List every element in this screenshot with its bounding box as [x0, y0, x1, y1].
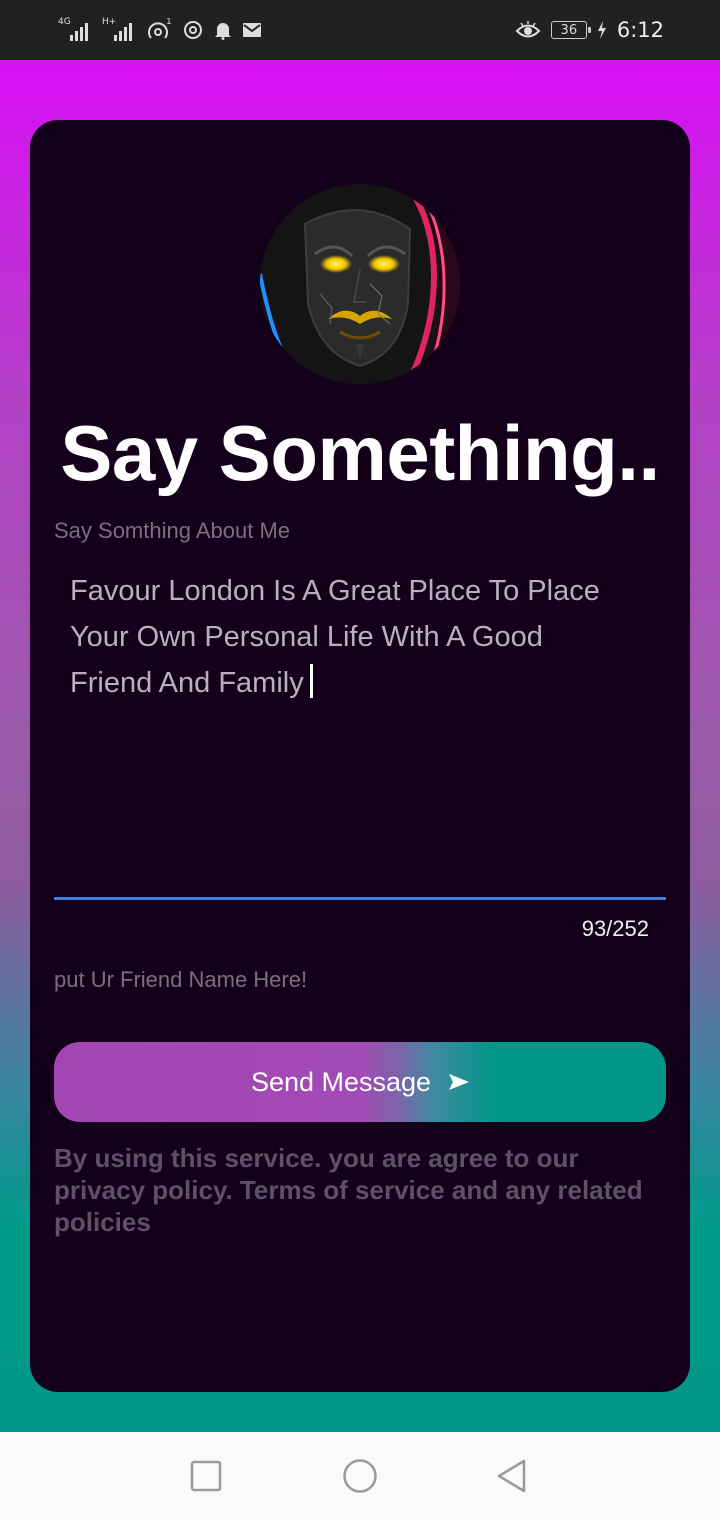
text-cursor	[309, 664, 313, 698]
network-type-label-2: H+	[102, 17, 117, 27]
back-button[interactable]	[490, 1454, 534, 1498]
recent-apps-square-icon	[190, 1460, 222, 1492]
avatar	[260, 184, 460, 384]
send-arrow-icon	[449, 1074, 470, 1090]
signal-4g-icon: 4G	[58, 17, 92, 41]
bell-icon	[215, 23, 231, 40]
anonymous-mask-avatar-icon	[260, 184, 460, 384]
message-field-underline	[54, 897, 666, 900]
message-field-label: Say Somthing About Me	[54, 518, 291, 543]
send-button-label: Send Message	[250, 1066, 432, 1097]
terms-text: By using this service. you are agree to …	[54, 1143, 643, 1237]
clock: 6:12	[616, 18, 664, 42]
wifi-hotspot-icon	[184, 21, 202, 39]
status-left-icons: 4G H+ 1	[58, 17, 262, 42]
signal-hplus-icon: H+	[102, 17, 136, 41]
eye-comfort-icon	[515, 21, 541, 38]
send-message-button[interactable]: Send Message	[54, 1042, 666, 1122]
network-type-label: 4G	[58, 17, 71, 27]
status-bar: 4G H+ 1 36 6:12	[0, 0, 720, 60]
battery-icon: 36	[550, 21, 591, 39]
recent-apps-button[interactable]	[184, 1454, 228, 1498]
page-title: Say Something..	[60, 409, 660, 497]
charging-icon	[597, 21, 606, 39]
notification-count: 1	[166, 18, 172, 27]
status-right-icons: 36 6:12	[515, 18, 664, 42]
battery-level: 36	[560, 22, 578, 38]
message-text-value: Favour London Is A Great Place To Place …	[70, 575, 600, 699]
message-textarea[interactable]: Favour London Is A Great Place To Place …	[70, 568, 630, 706]
mail-icon	[243, 23, 261, 37]
navigation-bar	[0, 1432, 720, 1520]
character-counter: 93/252	[581, 916, 649, 941]
hotspot-icon: 1	[148, 18, 172, 39]
friend-name-input[interactable]	[54, 962, 666, 998]
back-triangle-icon	[497, 1459, 526, 1493]
home-circle-icon	[343, 1459, 377, 1493]
home-button[interactable]	[338, 1454, 382, 1498]
